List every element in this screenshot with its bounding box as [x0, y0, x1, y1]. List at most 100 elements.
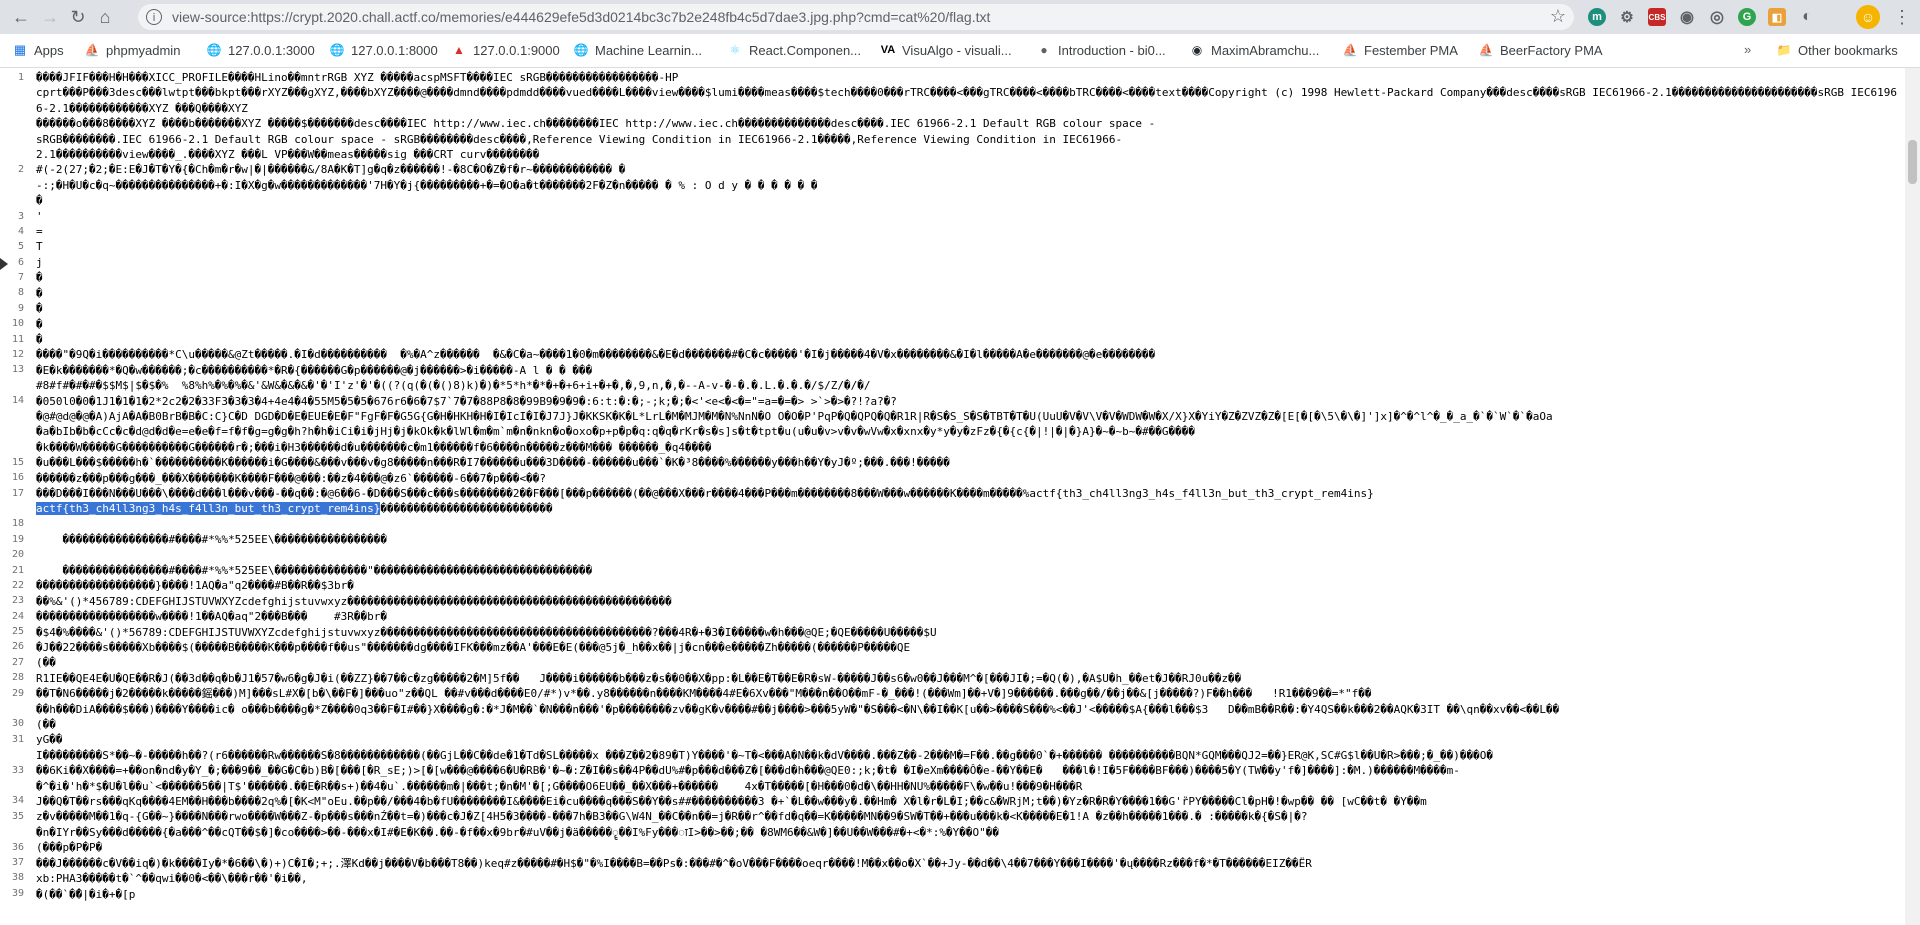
source-line: � [36, 286, 43, 300]
source-line: 2.1����������view����_.����XYZ ���L VP��… [36, 148, 540, 162]
back-icon[interactable]: ← [9, 5, 33, 29]
extension-gear-icon[interactable]: ⚙ [1618, 8, 1636, 26]
profile-avatar-icon[interactable]: ☺ [1856, 5, 1880, 29]
source-line: (���p�P�P� [36, 841, 103, 855]
extension-m-icon[interactable]: m [1588, 8, 1606, 26]
site-info-icon[interactable]: i [146, 9, 162, 25]
source-line: � [36, 194, 43, 208]
line-number [0, 193, 28, 208]
line-number [0, 424, 28, 439]
line-number: 25 [11, 626, 24, 638]
source-line: ��h���DiA����$���)����Y����ic� o���b����… [36, 702, 1560, 716]
source-line: = [36, 225, 43, 239]
home-icon[interactable]: ⌂ [93, 5, 117, 29]
line-number [0, 747, 28, 762]
menu-kebab-icon[interactable]: ⋮ [1890, 5, 1914, 29]
line-number: 30 [11, 718, 24, 730]
source-line: �@#@d@�@�A)AjA�A�B0BrB�B�C:C}C�D DGD�D�E… [36, 409, 1553, 423]
line-number: 24 [11, 610, 24, 622]
line-number [0, 178, 28, 193]
source-line: T [36, 240, 43, 254]
apps-icon: ▦ [13, 42, 27, 57]
globe-icon: 🌐 [206, 43, 222, 57]
line-number: 22 [11, 579, 24, 591]
bookmark-localhost-9000[interactable]: ▲ 127.0.0.1:9000 [451, 42, 560, 58]
source-line: ������������������}����!1AQ�a"q2����#B��… [36, 579, 354, 593]
bookmark-introduction-bi0[interactable]: ● Introduction - bi0... [1036, 42, 1165, 58]
forward-icon[interactable]: → [38, 5, 62, 29]
line-number: 3 [17, 210, 24, 222]
line-number: 28 [11, 672, 24, 684]
line-number: 2 [17, 164, 24, 176]
bookmarks-bar: ▦ Apps ⛵ phpmyadmin 🌐 127.0.0.1:3000 🌐 127.0… [0, 34, 1920, 68]
line-number: 7 [17, 272, 24, 284]
line-number: 31 [11, 733, 24, 745]
line-number [0, 116, 28, 131]
line-number: 39 [11, 887, 24, 899]
source-line: � [36, 302, 43, 316]
extension-face-icon[interactable]: ◧ [1768, 8, 1786, 26]
line-number: 20 [11, 549, 24, 561]
vertical-scrollbar[interactable] [1905, 68, 1920, 925]
line-number: 35 [11, 810, 24, 822]
va-icon: VA [880, 44, 896, 56]
line-number: 10 [11, 318, 24, 330]
source-line: � [36, 271, 43, 285]
source-line: cprt���P���3desc���lwtpt���bkpt���rXYZ��… [36, 86, 1897, 115]
scrollbar-thumb[interactable] [1908, 140, 1917, 184]
reload-icon[interactable]: ↻ [66, 5, 90, 29]
extension-glasses-icon[interactable]: ◎ [1708, 8, 1726, 26]
url-text[interactable]: view-source:https://crypt.2020.chall.act… [172, 9, 990, 25]
source-line: �E�k�������*�Q�w������;�c����������*�R�{… [36, 363, 593, 377]
selected-flag-text[interactable]: actf{th3_ch4ll3ng3_h4s_f4ll3n_but_th3_cr… [36, 502, 381, 516]
line-number [0, 701, 28, 716]
source-line: ����������������#����#*%%*525EE\��������… [36, 563, 593, 577]
bookmark-machine-learning[interactable]: 🌐 Machine Learnin... [573, 42, 702, 58]
source-line: I���������S*��~�-�����h��?(r6������Rw���… [36, 748, 1493, 762]
source-line: ��%&'()*456789:CDEFGHIJSTUVWXYZcdefghijs… [36, 594, 672, 608]
source-line: � [36, 332, 43, 346]
other-bookmarks[interactable]: 📁 Other bookmarks [1776, 42, 1898, 58]
source-lines: ����JFIF���H�H���XICC_PROFILE����HLino��… [36, 70, 1902, 902]
source-line: �^�i�'h�*$�U�l��u`<������5��|T$'������.�… [36, 779, 1083, 793]
bookmarks-overflow-icon[interactable]: » [1744, 42, 1751, 57]
bookmark-localhost-3000[interactable]: 🌐 127.0.0.1:3000 [206, 42, 315, 58]
source-line [36, 548, 1902, 563]
line-number [0, 378, 28, 393]
bookmark-react-component[interactable]: ⚛ React.Componen... [727, 42, 861, 58]
circle-icon: ● [1040, 43, 1048, 57]
line-number: 1 [17, 72, 24, 83]
extension-grammarly-icon[interactable]: G [1738, 8, 1756, 26]
extension-target-icon[interactable]: ◉ [1678, 8, 1696, 26]
line-number: 33 [11, 764, 24, 776]
bookmark-phpmyadmin[interactable]: ⛵ phpmyadmin [84, 42, 181, 58]
source-line: �J��22����s�����Xb����$(�����B�����K���p… [36, 641, 911, 654]
source-line: �u���L���$�����h�`����������K������i�G��… [36, 456, 950, 470]
extension-cbs-icon[interactable]: CBS [1648, 8, 1666, 26]
react-icon: ⚛ [729, 43, 741, 57]
address-bar[interactable]: i view-source:https://crypt.2020.chall.a… [138, 4, 1574, 30]
line-number: 9 [17, 302, 24, 314]
bookmark-star-icon[interactable]: ☆ [1550, 6, 1566, 27]
line-number [0, 132, 28, 147]
extension-palette-icon[interactable]: ◐ [1798, 8, 1816, 26]
line-number [0, 778, 28, 793]
line-number: 8 [17, 287, 24, 299]
source-line: ������������������w����!1��AQ�aq"2���B��… [36, 610, 387, 624]
bookmark-maximabramchu[interactable]: ◉ MaximAbramchu... [1189, 42, 1320, 58]
source-line: ��T�N6�����j�2�����k�����鎐���)M]���sL#X�… [36, 687, 1372, 701]
source-line: #8#f#�#�#�$$M$|$�$�% %8%h%�%�%�&'&W&�&�&… [36, 379, 871, 393]
source-line: actf{th3_ch4ll3ng3_h4s_f4ll3n_but_th3_cr… [36, 502, 553, 516]
bookmark-apps[interactable]: ▦ Apps [12, 42, 64, 58]
bookmark-visualgo[interactable]: VA VisuAlgo - visuali... [880, 42, 1012, 58]
bookmark-localhost-8000[interactable]: 🌐 127.0.0.1:8000 [329, 42, 438, 58]
source-view: 1 2 3 4 5 6 7 8 9 10 11 12 13 14 15 16 17 18 19 20 21 22 23 24 2… [0, 68, 1905, 925]
line-number: 23 [11, 595, 24, 607]
source-line: ' [36, 209, 43, 223]
bookmark-festember-pma[interactable]: ⛵ Festember PMA [1342, 42, 1458, 58]
source-line: ���J������c�V��iq�)�k����Iy�*�6��\�)+)C�… [36, 856, 1312, 870]
line-number: 12 [11, 349, 24, 361]
line-number: 21 [11, 564, 24, 576]
bookmark-beerfactory-pma[interactable]: ⛵ BeerFactory PMA [1478, 42, 1603, 58]
source-line: ����������������#����#*%%*525EE\��������… [36, 533, 388, 547]
